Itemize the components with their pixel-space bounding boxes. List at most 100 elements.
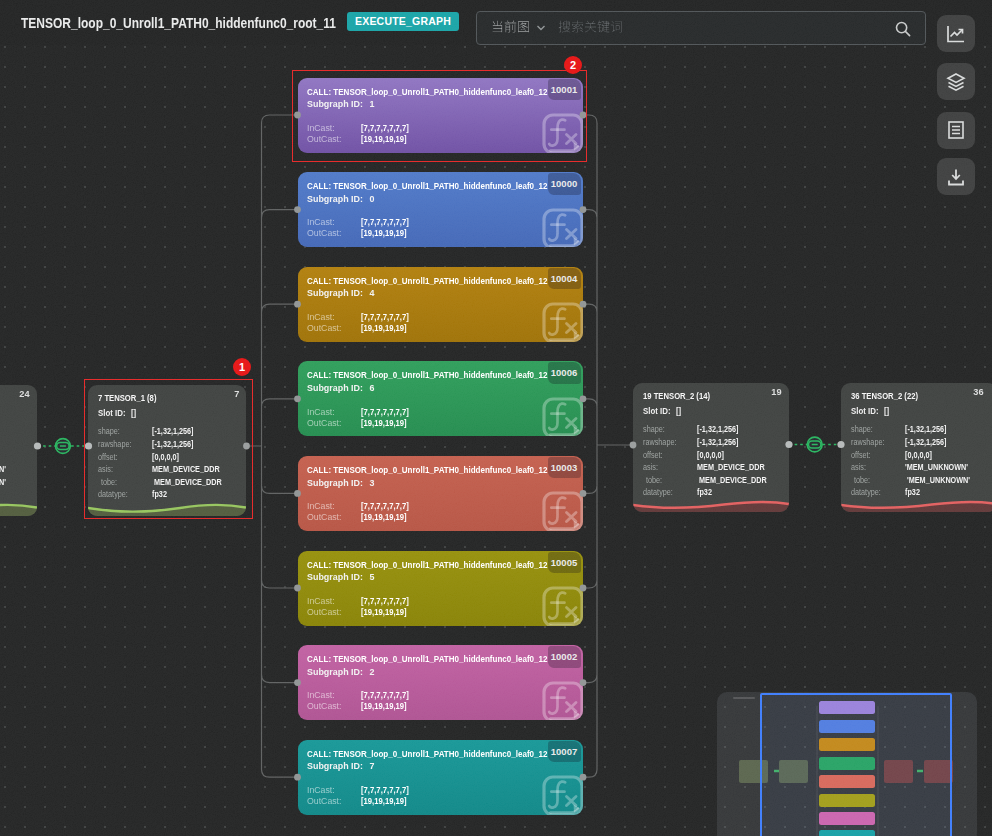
layers-icon bbox=[945, 71, 967, 93]
selection-badge-1: 1 bbox=[233, 358, 251, 376]
search-bar[interactable] bbox=[476, 11, 926, 45]
outcast-label: OutCast: bbox=[307, 796, 341, 806]
attr-value-rawshape: [-1,32,1,256] bbox=[905, 438, 947, 447]
tensor-node-24[interactable]: 24 asis: 'MEM_UNKNOWN' tobe: 'MEM_UNKNOW… bbox=[0, 385, 37, 516]
call-node-title: CALL: TENSOR_loop_0_Unroll1_PATH0_hidden… bbox=[307, 181, 548, 191]
function-icon bbox=[541, 774, 583, 815]
selection-badge-2: 2 bbox=[564, 56, 582, 74]
call-node[interactable]: CALL: TENSOR_loop_0_Unroll1_PATH0_hidden… bbox=[298, 361, 584, 436]
memory-wave-green bbox=[0, 500, 37, 516]
function-icon bbox=[541, 680, 583, 721]
call-node[interactable]: CALL: TENSOR_loop_0_Unroll1_PATH0_hidden… bbox=[298, 551, 584, 626]
call-node[interactable]: CALL: TENSOR_loop_0_Unroll1_PATH0_hidden… bbox=[298, 267, 584, 342]
slot-id-row: Slot ID:[] bbox=[643, 406, 681, 416]
attr-label-rawshape: rawshape: bbox=[643, 438, 676, 447]
outcast-label: OutCast: bbox=[307, 323, 341, 333]
node-corner-number: 24 bbox=[20, 388, 30, 399]
subgraph-id-row: Subgraph ID:3 bbox=[307, 478, 374, 488]
call-node-title: CALL: TENSOR_loop_0_Unroll1_PATH0_hidden… bbox=[307, 276, 548, 286]
graph-visualizer-app: 24 asis: 'MEM_UNKNOWN' tobe: 'MEM_UNKNOW… bbox=[0, 0, 992, 836]
attr-label-tobe: tobe: bbox=[854, 476, 870, 485]
incast-label: InCast: bbox=[307, 690, 335, 700]
download-button[interactable] bbox=[937, 158, 975, 195]
incast-label: InCast: bbox=[307, 501, 335, 511]
trend-chart-button[interactable] bbox=[937, 15, 975, 52]
call-node[interactable]: CALL: TENSOR_loop_0_Unroll1_PATH0_hidden… bbox=[298, 645, 584, 720]
attr-value-asis: 'MEM_UNKNOWN' bbox=[905, 463, 968, 472]
attr-label-shape: shape: bbox=[851, 425, 873, 434]
attr-value-tobe: 'MEM_UNKNOWN' bbox=[0, 478, 6, 487]
attr-value-asis: MEM_DEVICE_DDR bbox=[697, 463, 765, 472]
attr-value-shape: [-1,32,1,256] bbox=[905, 425, 947, 434]
search-icon[interactable] bbox=[893, 19, 913, 39]
attr-label-rawshape: rawshape: bbox=[851, 438, 884, 447]
tensor-node-19[interactable]: 19 19 TENSOR_2 (14) Slot ID:[] shape: [-… bbox=[633, 383, 789, 512]
attr-value-offset: [0,0,0,0] bbox=[905, 451, 932, 460]
node-id-badge: 10006 bbox=[548, 362, 581, 384]
call-node-title: CALL: TENSOR_loop_0_Unroll1_PATH0_hidden… bbox=[307, 370, 548, 380]
attr-label-asis: asis: bbox=[851, 463, 866, 472]
outcast-value: [19,19,19,19] bbox=[361, 607, 407, 617]
outcast-value: [19,19,19,19] bbox=[361, 228, 407, 238]
call-node-title: CALL: TENSOR_loop_0_Unroll1_PATH0_hidden… bbox=[307, 749, 548, 759]
download-icon bbox=[945, 166, 967, 188]
attr-label-asis: asis: bbox=[643, 463, 658, 472]
subgraph-id-row: Subgraph ID:6 bbox=[307, 383, 374, 393]
attr-value-rawshape: [-1,32,1,256] bbox=[697, 438, 739, 447]
execute-graph-badge: EXECUTE_GRAPH bbox=[347, 12, 459, 31]
incast-label: InCast: bbox=[307, 785, 335, 795]
graph-title: TENSOR_loop_0_Unroll1_PATH0_hiddenfunc0_… bbox=[21, 14, 336, 31]
subgraph-id-row: Subgraph ID:7 bbox=[307, 761, 374, 771]
subgraph-id-row: Subgraph ID:5 bbox=[307, 572, 374, 582]
report-document-icon bbox=[945, 119, 967, 141]
function-icon bbox=[541, 396, 583, 437]
chevron-down-icon bbox=[536, 24, 546, 32]
search-input[interactable] bbox=[558, 20, 623, 40]
tensor-node-36[interactable]: 36 36 TENSOR_2 (22) Slot ID:[] shape: [-… bbox=[841, 383, 992, 512]
node-id-badge: 10007 bbox=[548, 741, 581, 763]
incast-label: InCast: bbox=[307, 596, 335, 606]
function-icon bbox=[541, 207, 583, 248]
subgraph-id-row: Subgraph ID:0 bbox=[307, 194, 374, 204]
attr-value-asis: 'MEM_UNKNOWN' bbox=[0, 465, 6, 474]
outcast-value: [19,19,19,19] bbox=[361, 512, 407, 522]
attr-label-tobe: tobe: bbox=[646, 476, 662, 485]
call-node-title: CALL: TENSOR_loop_0_Unroll1_PATH0_hidden… bbox=[307, 465, 548, 475]
incast-value: [7,7,7,7,7,7,7] bbox=[361, 596, 409, 606]
outcast-label: OutCast: bbox=[307, 701, 341, 711]
memory-wave-red bbox=[633, 496, 789, 512]
incast-value: [7,7,7,7,7,7,7] bbox=[361, 312, 409, 322]
memory-wave-red bbox=[841, 496, 992, 512]
function-icon bbox=[541, 301, 583, 342]
subgraph-id-row: Subgraph ID:2 bbox=[307, 667, 374, 677]
outcast-label: OutCast: bbox=[307, 228, 341, 238]
incast-value: [7,7,7,7,7,7,7] bbox=[361, 785, 409, 795]
selection-box-tensor bbox=[84, 379, 253, 519]
search-scope-dropdown[interactable] bbox=[491, 20, 546, 36]
call-node[interactable]: CALL: TENSOR_loop_0_Unroll1_PATH0_hidden… bbox=[298, 456, 584, 531]
call-node[interactable]: CALL: TENSOR_loop_0_Unroll1_PATH0_hidden… bbox=[298, 172, 584, 247]
node-id-badge: 10000 bbox=[548, 173, 581, 195]
outcast-value: [19,19,19,19] bbox=[361, 701, 407, 711]
incast-value: [7,7,7,7,7,7,7] bbox=[361, 217, 409, 227]
call-node[interactable]: CALL: TENSOR_loop_0_Unroll1_PATH0_hidden… bbox=[298, 740, 584, 815]
tensor-node-title: 19 TENSOR_2 (14) bbox=[643, 391, 710, 401]
subgraph-id-row: Subgraph ID:4 bbox=[307, 288, 374, 298]
outcast-value: [19,19,19,19] bbox=[361, 323, 407, 333]
minimap[interactable] bbox=[717, 692, 977, 836]
incast-label: InCast: bbox=[307, 312, 335, 322]
node-id-badge: 10005 bbox=[548, 552, 581, 574]
minimap-viewport[interactable] bbox=[760, 693, 952, 836]
attr-label-offset: offset: bbox=[643, 451, 663, 460]
layers-button[interactable] bbox=[937, 63, 975, 100]
outcast-label: OutCast: bbox=[307, 512, 341, 522]
incast-label: InCast: bbox=[307, 407, 335, 417]
node-id-badge: 10002 bbox=[548, 646, 581, 668]
node-id-badge: 10004 bbox=[548, 268, 581, 290]
tensor-node-title: 36 TENSOR_2 (22) bbox=[851, 391, 918, 401]
outcast-label: OutCast: bbox=[307, 607, 341, 617]
outcast-value: [19,19,19,19] bbox=[361, 418, 407, 428]
report-button[interactable] bbox=[937, 112, 975, 149]
function-icon bbox=[541, 490, 583, 531]
attr-label-shape: shape: bbox=[643, 425, 665, 434]
